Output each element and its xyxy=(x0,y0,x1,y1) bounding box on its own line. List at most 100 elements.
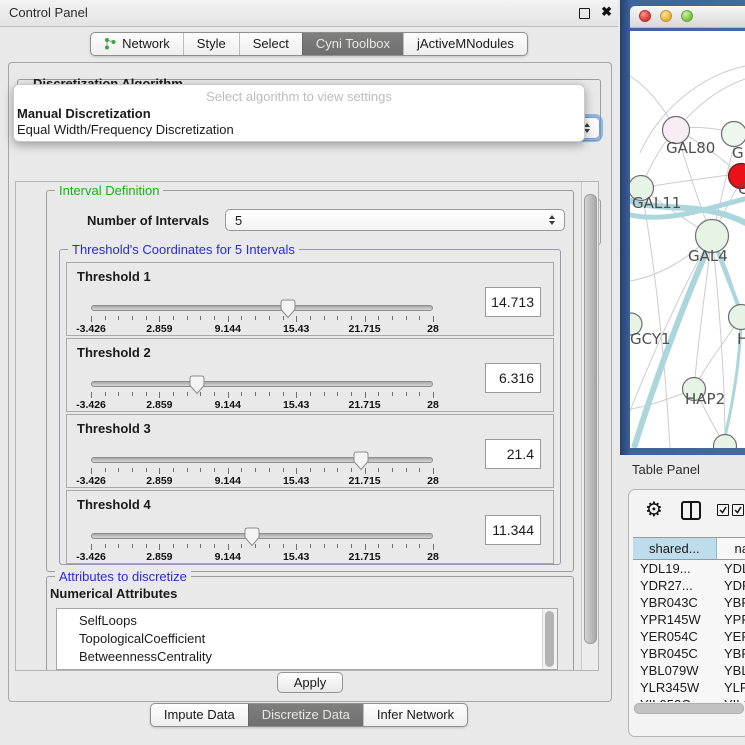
slider-tick xyxy=(91,316,92,322)
slider-tick-label: 28 xyxy=(427,399,439,411)
list-scrollbar[interactable] xyxy=(542,609,557,669)
threshold-value-field[interactable]: 11.344 xyxy=(485,515,541,545)
tab-select[interactable]: Select xyxy=(239,33,302,55)
combo-stepper-icon[interactable] xyxy=(541,215,555,225)
slider-4[interactable]: -3.4262.8599.14415.4321.71528 xyxy=(91,527,433,561)
tab-discretize-data[interactable]: Discretize Data xyxy=(248,704,363,726)
float-window-icon[interactable] xyxy=(579,8,590,19)
slider-tick xyxy=(255,392,256,396)
slider-tick xyxy=(146,468,147,472)
algorithm-option-equal-width-frequency-discretization[interactable]: Equal Width/Frequency Discretization xyxy=(14,122,584,138)
tab-network[interactable]: Network xyxy=(91,33,183,55)
algorithm-hint-item[interactable]: Select algorithm to view settings xyxy=(14,85,584,106)
tab-label: Impute Data xyxy=(164,707,235,722)
slider-tick-label: 28 xyxy=(427,323,439,335)
tab-cyni-toolbox[interactable]: Cyni Toolbox xyxy=(302,33,403,55)
slider-tick xyxy=(241,392,242,396)
threshold-value-field[interactable]: 14.713 xyxy=(485,287,541,317)
split-columns-icon[interactable] xyxy=(681,501,701,520)
tab-infer-network[interactable]: Infer Network xyxy=(363,704,467,726)
table-row[interactable]: YBL079WYBL0 xyxy=(633,662,745,679)
column-header-shared-name[interactable]: shared... xyxy=(633,538,717,559)
node-bottom[interactable] xyxy=(714,435,737,449)
slider-tick xyxy=(310,468,311,472)
slider-tick xyxy=(132,468,133,472)
scrollbar-thumb[interactable] xyxy=(584,194,597,644)
slider-tick-label: 15.43 xyxy=(283,399,309,411)
slider-rail[interactable] xyxy=(91,381,433,387)
tab-label: Discretize Data xyxy=(262,707,350,722)
thresholds-group-label: Threshold's Coordinates for 5 Intervals xyxy=(68,242,299,257)
slider-1[interactable]: -3.4262.8599.14415.4321.71528 xyxy=(91,299,433,333)
column-header-name[interactable]: na xyxy=(717,538,745,559)
zoom-traffic-light-icon[interactable] xyxy=(681,10,693,22)
node-right[interactable] xyxy=(729,305,745,330)
slider-tick xyxy=(351,544,352,548)
slider-tick xyxy=(228,392,229,398)
slider-tick-label: 15.43 xyxy=(283,323,309,335)
slider-tick xyxy=(255,468,256,472)
slider-tick-label: 21.715 xyxy=(349,399,381,411)
threshold-value-field[interactable]: 6.316 xyxy=(485,363,541,393)
network-window-titlebar[interactable] xyxy=(630,6,745,28)
tab-jactivemnodules[interactable]: jActiveMNodules xyxy=(403,33,527,55)
vertical-scrollbar[interactable] xyxy=(581,182,598,670)
checkbox-icon[interactable] xyxy=(732,504,744,516)
node-partial-top[interactable] xyxy=(722,122,745,147)
slider-tick xyxy=(200,316,201,320)
slider-tick-label: 9.144 xyxy=(215,475,241,487)
slider-rail[interactable] xyxy=(91,305,433,311)
minimize-traffic-light-icon[interactable] xyxy=(660,10,672,22)
slider-rail[interactable] xyxy=(91,457,433,463)
attribute-item-betweennesscentrality[interactable]: BetweennessCentrality xyxy=(57,648,557,666)
slider-thumb[interactable] xyxy=(243,527,260,552)
table-row[interactable]: YBR043CYBR0 xyxy=(633,594,745,611)
tab-style[interactable]: Style xyxy=(183,33,239,55)
slider-thumb[interactable] xyxy=(280,299,297,324)
cell-name: YBL0 xyxy=(719,663,745,678)
slider-thumb[interactable] xyxy=(353,451,370,476)
slider-tick xyxy=(159,316,160,322)
checkbox-icon[interactable] xyxy=(717,504,729,516)
slider-tick xyxy=(91,544,92,550)
slider-tick xyxy=(406,544,407,548)
slider-3[interactable]: -3.4262.8599.14415.4321.71528 xyxy=(91,451,433,485)
threshold-value-field[interactable]: 21.4 xyxy=(485,439,541,469)
numerical-attributes-list[interactable]: SelfLoopsTopologicalCoefficientBetweenne… xyxy=(56,608,558,670)
table-row[interactable]: YDR27...YDR2 xyxy=(633,577,745,594)
table-row[interactable]: YER054CYER0 xyxy=(633,628,745,645)
number-of-intervals-combobox[interactable]: 5 xyxy=(225,209,565,231)
node-label-gcy1: GCY1 xyxy=(630,330,671,348)
apply-button[interactable]: Apply xyxy=(277,672,343,693)
slider-tick xyxy=(433,544,434,550)
cell-name: YPR1 xyxy=(719,612,745,627)
slider-tick xyxy=(296,544,297,550)
gear-icon[interactable]: ⚙ xyxy=(645,497,663,521)
algorithm-option-manual-discretization[interactable]: Manual Discretization xyxy=(14,106,584,122)
close-traffic-light-icon[interactable] xyxy=(639,10,651,22)
cell-name: YLR3 xyxy=(719,680,745,695)
attribute-item-topologicalcoefficient[interactable]: TopologicalCoefficient xyxy=(57,630,557,648)
table-row[interactable]: YPR145WYPR1 xyxy=(633,611,745,628)
cell-shared-name: YBR045C xyxy=(633,646,719,661)
slider-rail[interactable] xyxy=(91,533,433,539)
horizontal-scrollbar[interactable] xyxy=(632,702,745,714)
slider-tick xyxy=(105,392,106,396)
slider-tick xyxy=(132,392,133,396)
attribute-item-selfloops[interactable]: SelfLoops xyxy=(57,612,557,630)
slider-tick xyxy=(324,392,325,396)
table-row[interactable]: YBR045CYBR0 xyxy=(633,645,745,662)
slider-tick xyxy=(187,316,188,320)
network-canvas[interactable]: GAL80 G GAL11 C GAL4 GCY1 H HAP2 xyxy=(630,31,745,448)
table-row[interactable]: YDL19...YDL1 xyxy=(633,560,745,577)
slider-tick xyxy=(91,392,92,398)
table-row[interactable]: YLR345WYLR3 xyxy=(633,679,745,696)
slider-thumb[interactable] xyxy=(189,375,206,400)
scrollbar-thumb[interactable] xyxy=(634,703,744,714)
close-icon[interactable]: ✖ xyxy=(601,4,612,20)
slider-2[interactable]: -3.4262.8599.14415.4321.71528 xyxy=(91,375,433,409)
tab-impute-data[interactable]: Impute Data xyxy=(151,704,248,726)
slider-tick xyxy=(419,468,420,472)
tab-label: Network xyxy=(122,36,170,51)
slider-tick xyxy=(310,316,311,320)
